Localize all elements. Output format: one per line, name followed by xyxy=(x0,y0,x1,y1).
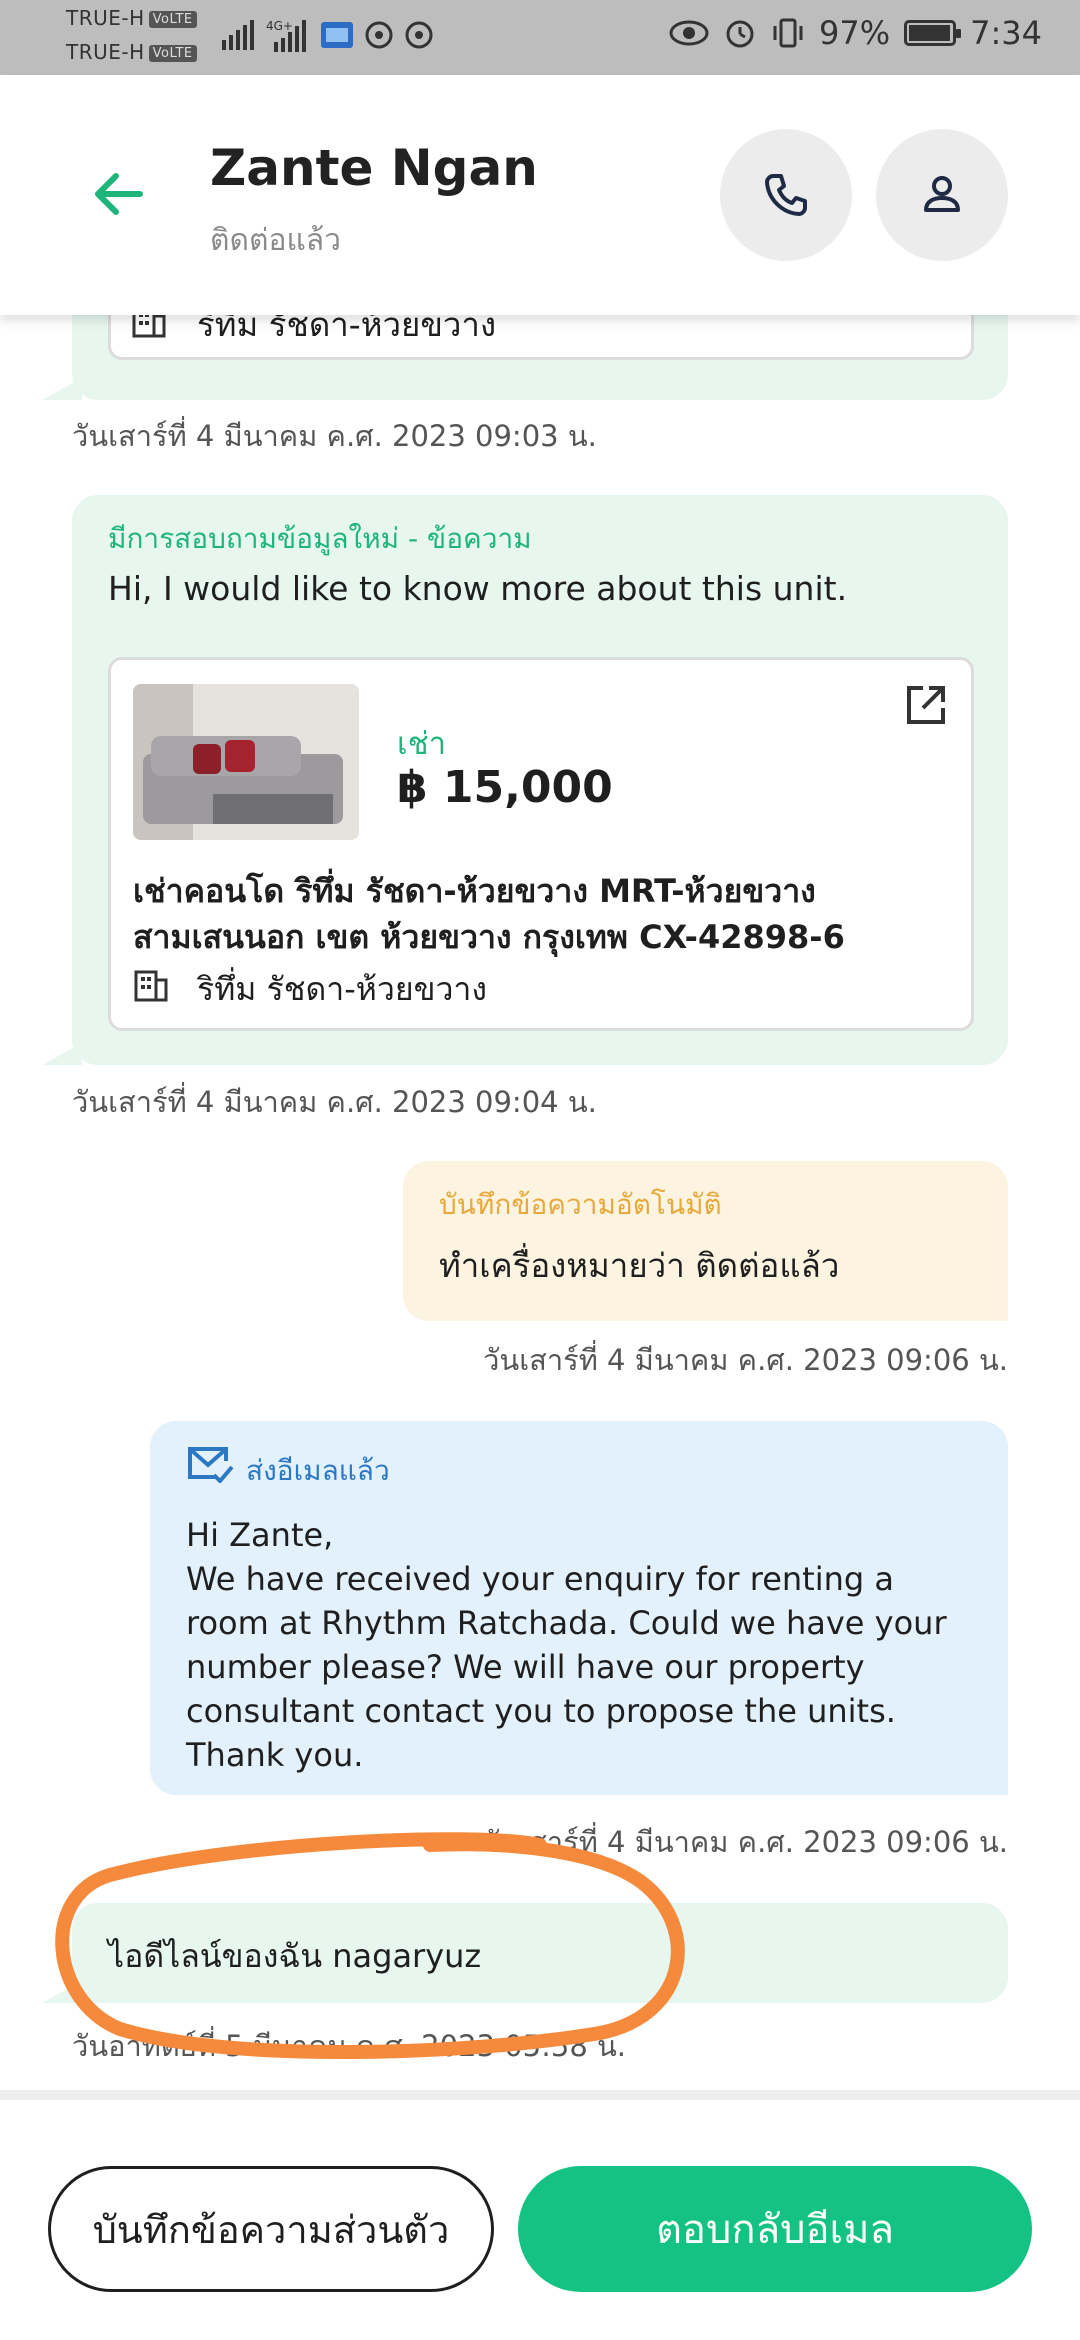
timestamp: วันเสาร์ที่ 4 มีนาคม ค.ศ. 2023 09:04 น. xyxy=(72,1085,597,1119)
profile-button[interactable] xyxy=(876,129,1008,261)
contact-status: ติดต่อแล้ว xyxy=(210,223,342,258)
svg-text:4G+: 4G+ xyxy=(266,19,293,33)
person-icon xyxy=(924,176,960,212)
email-line: Thank you. xyxy=(186,1736,364,1774)
enquiry-title: มีการสอบถามข้อมูลใหม่ - ข้อความ xyxy=(108,522,532,555)
timestamp: วันเสาร์ที่ 4 มีนาคม ค.ศ. 2023 09:03 น. xyxy=(72,419,597,453)
volte-badge: VoLTE xyxy=(148,11,197,28)
listing-card[interactable]: เช่า ฿ 15,000 เช่าคอนโด ริทึ่ม รัชดา-ห้ว… xyxy=(108,657,974,1031)
timestamp: วันอาทิตย์ที่ 5 มีนาคม ค.ศ. 2023 05:58 น… xyxy=(72,2029,627,2063)
volte-badge-2: VoLTE xyxy=(148,45,197,62)
email-bubble: ส่งอีเมลแล้ว Hi Zante, We have received y… xyxy=(150,1421,1008,1795)
battery-fill xyxy=(909,25,950,41)
timestamp: วันเสาร์ที่ 4 มีนาคม ค.ศ. 2023 09:06 น. xyxy=(483,1343,1008,1377)
building-icon xyxy=(132,315,166,338)
carrier-1: TRUE-H VoLTE xyxy=(66,6,197,30)
status-right: 97% 7:34 xyxy=(669,14,1042,52)
listing-project-previous: ริทึ่ม รัชดา-ห้วยขวาง xyxy=(197,315,497,344)
cast-icon xyxy=(321,22,353,48)
whatsapp-icon-2 xyxy=(405,21,433,49)
listing-card-previous[interactable]: ริทึ่ม รัชดา-ห้วยขวาง xyxy=(108,315,974,360)
notification-icons: 4G+ xyxy=(222,18,434,52)
reply-text: ไอดีไลน์ของฉัน nagaryuz xyxy=(108,1937,482,1975)
carrier-1-label: TRUE-H xyxy=(66,6,145,30)
listing-project: ริทึ่ม รัชดา-ห้วยขวาง xyxy=(197,970,487,1008)
reply-bubble: ไอดีไลน์ของฉัน nagaryuz xyxy=(42,1903,1008,2003)
status-bar: TRUE-H VoLTE TRUE-H VoLTE 4G+ 97% 7:34 xyxy=(0,0,1080,75)
message-bubble-previous: ริทึ่ม รัชดา-ห้วยขวาง xyxy=(42,315,1008,400)
reply-email-button[interactable]: ตอบกลับอีเมล xyxy=(518,2166,1032,2292)
arrow-left-icon xyxy=(95,173,143,215)
auto-note-title: บันทึกข้อความอัตโนมัติ xyxy=(439,1188,722,1221)
back-button[interactable] xyxy=(88,163,150,225)
listing-title-line-1: เช่าคอนโด ริทึ่ม รัชดา-ห้วยขวาง MRT-ห้วย… xyxy=(133,872,816,910)
battery-percent: 97% xyxy=(819,14,891,52)
email-line: consultant contact you to propose the un… xyxy=(186,1692,896,1730)
whatsapp-icon xyxy=(365,21,393,49)
eye-icon xyxy=(669,20,709,46)
email-line: Hi Zante, xyxy=(186,1516,334,1554)
carrier-2-label: TRUE-H xyxy=(66,40,145,64)
listing-photo xyxy=(133,684,359,840)
vibrate-icon xyxy=(773,18,803,48)
carrier-2: TRUE-H VoLTE xyxy=(66,40,197,64)
timestamp: วันเสาร์ที่ 4 มีนาคม ค.ศ. 2023 09:06 น. xyxy=(483,1825,1008,1859)
battery-icon xyxy=(904,20,962,46)
email-title: ส่งอีเมลแล้ว xyxy=(246,1454,390,1487)
phone-icon xyxy=(765,174,807,216)
enquiry-bubble: มีการสอบถามข้อมูลใหม่ - ข้อความ Hi, I wo… xyxy=(42,495,1008,1065)
enquiry-text: Hi, I would like to know more about this… xyxy=(108,569,848,608)
private-note-button[interactable]: บันทึกข้อความส่วนตัว xyxy=(48,2166,494,2292)
email-body: Hi Zante, We have received your enquiry f… xyxy=(186,1513,947,1777)
signal-4g-icon: 4G+ xyxy=(266,19,306,52)
email-line: room at Rhythm Ratchada. Could we have y… xyxy=(186,1604,947,1642)
email-line: number please? We will have our property xyxy=(186,1648,865,1686)
listing-price: ฿ 15,000 xyxy=(397,762,613,813)
bottom-action-bar: บันทึกข้อความส่วนตัว ตอบกลับอีเมล xyxy=(0,2090,1080,2340)
auto-note-bubble: บันทึกข้อความอัตโนมัติ ทำเครื่องหมายว่า … xyxy=(403,1161,1008,1321)
contact-name: Zante Ngan xyxy=(210,139,538,197)
signal-icon xyxy=(222,20,254,50)
clock: 7:34 xyxy=(970,14,1042,52)
listing-type: เช่า xyxy=(397,726,447,762)
chat-thread[interactable]: ริทึ่ม รัชดา-ห้วยขวาง วันเสาร์ที่ 4 มีนา… xyxy=(0,315,1080,2090)
email-line: We have received your enquiry for rentin… xyxy=(186,1560,894,1598)
alarm-icon xyxy=(726,20,754,48)
building-icon xyxy=(134,970,168,1002)
auto-note-text: ทำเครื่องหมายว่า ติดต่อแล้ว xyxy=(439,1246,840,1285)
listing-title-line-2: สามเสนนอก เขต ห้วยขวาง กรุงเทพ CX-42898-… xyxy=(133,918,845,956)
chat-header: Zante Ngan ติดต่อแล้ว xyxy=(0,75,1080,315)
external-link-icon[interactable] xyxy=(903,682,949,728)
call-button[interactable] xyxy=(720,129,852,261)
mail-sent-icon xyxy=(188,1447,234,1483)
